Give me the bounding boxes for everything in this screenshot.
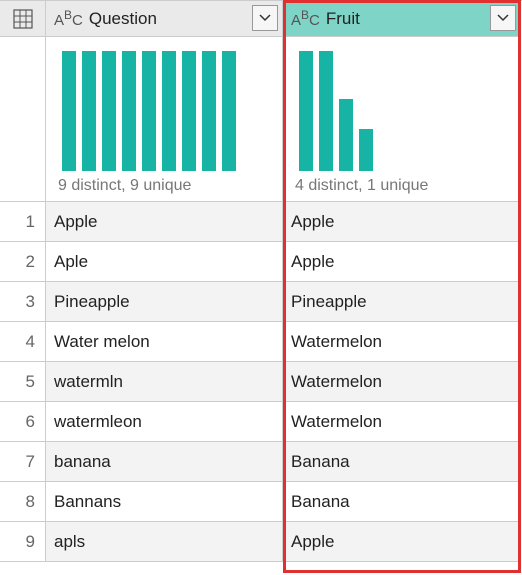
- cell-question[interactable]: Apple: [46, 202, 283, 242]
- select-all-corner[interactable]: [0, 1, 46, 37]
- row-number[interactable]: 2: [0, 242, 46, 282]
- row-number[interactable]: 1: [0, 202, 46, 242]
- cell-fruit[interactable]: Watermelon: [283, 362, 521, 402]
- cell-question[interactable]: Pineapple: [46, 282, 283, 322]
- cell-question[interactable]: banana: [46, 442, 283, 482]
- datatype-text-icon: ABC: [54, 8, 83, 29]
- distinct-summary: 4 distinct, 1 unique: [295, 171, 508, 195]
- distribution-bar: [102, 51, 116, 171]
- column-header-fruit[interactable]: ABC Fruit: [283, 1, 521, 37]
- table-icon: [13, 9, 33, 29]
- distribution-bar: [162, 51, 176, 171]
- cell-fruit[interactable]: Banana: [283, 482, 521, 522]
- data-grid: ABC Question ABC Fruit 9 distinct, 9 uni…: [0, 0, 522, 562]
- cell-question[interactable]: Bannans: [46, 482, 283, 522]
- distribution-bar: [339, 99, 353, 171]
- chevron-down-icon: [259, 12, 271, 24]
- column-profile-question[interactable]: 9 distinct, 9 unique: [46, 37, 283, 202]
- cell-fruit[interactable]: Watermelon: [283, 322, 521, 362]
- distribution-bar: [319, 51, 333, 171]
- chevron-down-icon: [497, 12, 509, 24]
- cell-fruit[interactable]: Banana: [283, 442, 521, 482]
- distribution-bars: [295, 45, 508, 171]
- distinct-summary: 9 distinct, 9 unique: [58, 171, 270, 195]
- row-number[interactable]: 7: [0, 442, 46, 482]
- distribution-bar: [82, 51, 96, 171]
- distribution-bar: [62, 51, 76, 171]
- distribution-bar: [122, 51, 136, 171]
- row-header-blank: [0, 37, 46, 202]
- cell-fruit[interactable]: Apple: [283, 242, 521, 282]
- distribution-bar: [222, 51, 236, 171]
- cell-question[interactable]: Water melon: [46, 322, 283, 362]
- column-filter-button[interactable]: [252, 5, 278, 31]
- cell-fruit[interactable]: Apple: [283, 202, 521, 242]
- cell-fruit[interactable]: Watermelon: [283, 402, 521, 442]
- row-number[interactable]: 3: [0, 282, 46, 322]
- distribution-bars: [58, 45, 270, 171]
- cell-question[interactable]: apls: [46, 522, 283, 562]
- cell-fruit[interactable]: Pineapple: [283, 282, 521, 322]
- cell-fruit[interactable]: Apple: [283, 522, 521, 562]
- column-name: Question: [89, 9, 157, 29]
- column-name: Fruit: [326, 9, 360, 29]
- row-number[interactable]: 9: [0, 522, 46, 562]
- distribution-bar: [359, 129, 373, 171]
- cell-question[interactable]: watermln: [46, 362, 283, 402]
- distribution-bar: [299, 51, 313, 171]
- cell-question[interactable]: watermleon: [46, 402, 283, 442]
- row-number[interactable]: 8: [0, 482, 46, 522]
- row-number[interactable]: 4: [0, 322, 46, 362]
- column-filter-button[interactable]: [490, 5, 516, 31]
- column-profile-fruit[interactable]: 4 distinct, 1 unique: [283, 37, 521, 202]
- distribution-bar: [182, 51, 196, 171]
- row-number[interactable]: 5: [0, 362, 46, 402]
- cell-question[interactable]: Aple: [46, 242, 283, 282]
- row-number[interactable]: 6: [0, 402, 46, 442]
- column-header-question[interactable]: ABC Question: [46, 1, 283, 37]
- distribution-bar: [202, 51, 216, 171]
- distribution-bar: [142, 51, 156, 171]
- datatype-text-icon: ABC: [291, 8, 320, 29]
